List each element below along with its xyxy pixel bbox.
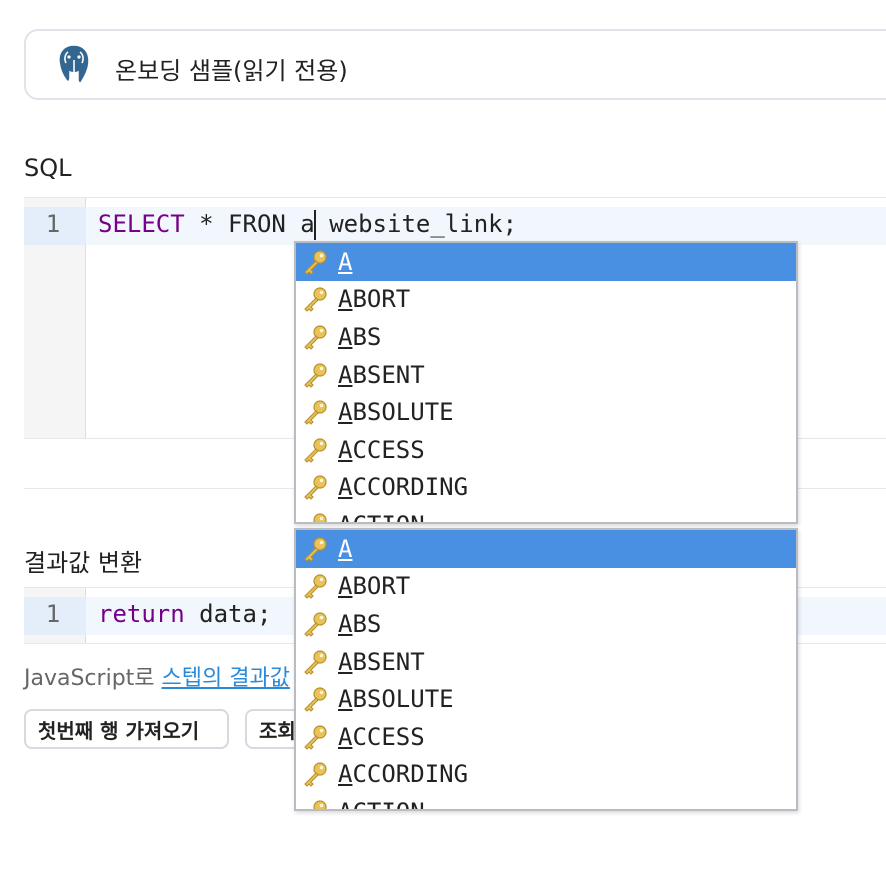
key-icon [304, 574, 327, 600]
autocomplete-item-match: A [338, 798, 352, 809]
sql-section-title: SQL [24, 154, 72, 182]
autocomplete-list[interactable]: AABORTABSABSENTABSOLUTEACCESSACCORDINGAC… [296, 530, 796, 809]
autocomplete-item-match: A [338, 609, 353, 638]
autocomplete-list[interactable]: AABORTABSABSENTABSOLUTEACCESSACCORDINGAC… [296, 243, 796, 522]
fetch-first-row-button[interactable]: 첫번째 행 가져오기 [24, 709, 229, 749]
key-icon [304, 762, 327, 788]
transform-section-title: 결과값 변환 [24, 549, 143, 577]
autocomplete-item[interactable]: A BSENT [296, 356, 796, 394]
key-icon [304, 649, 327, 675]
autocomplete-item[interactable]: A BORT [296, 281, 796, 319]
autocomplete-item-match: A [338, 322, 353, 351]
transform-keyword: return [98, 600, 185, 628]
sql-code-line[interactable]: SELECT * FRON a website_link; [98, 210, 517, 240]
key-icon [304, 400, 327, 425]
autocomplete-item[interactable]: A CCESS [296, 718, 796, 756]
autocomplete-item-match: A [338, 760, 353, 789]
transform-code-line[interactable]: return data; [98, 600, 271, 628]
autocomplete-item[interactable]: A CCORDING [296, 469, 796, 507]
autocomplete-item-rest: BORT [352, 285, 411, 314]
key-icon [304, 362, 327, 388]
key-icon [304, 287, 327, 313]
sql-text-after-cursor: website_link; [314, 210, 518, 238]
postgresql-elephant-icon [58, 44, 90, 84]
key-icon [304, 537, 327, 562]
autocomplete-popup-duplicate[interactable]: AABORTABSABSENTABSOLUTEACCESSACCORDINGAC… [294, 528, 798, 811]
sql-text-before-cursor: * FRON a [184, 210, 315, 238]
sql-line-number: 1 [45, 210, 61, 238]
key-icon [304, 687, 327, 712]
autocomplete-item-rest: CCESS [352, 722, 425, 751]
autocomplete-popup[interactable]: AABORTABSABSENTABSOLUTEACCESSACCORDINGAC… [294, 241, 798, 524]
autocomplete-item-rest: CCESS [352, 435, 425, 464]
transform-hint: JavaScript로 스텝의 결과값 [24, 660, 290, 692]
autocomplete-item[interactable]: A [296, 530, 796, 568]
autocomplete-item-match: A [338, 572, 353, 601]
autocomplete-item[interactable]: A CCESS [296, 431, 796, 469]
autocomplete-item-rest: CCORDING [352, 760, 469, 789]
autocomplete-item[interactable]: A BS [296, 605, 796, 643]
autocomplete-item-match: A [338, 247, 353, 276]
autocomplete-item-match: A [338, 285, 353, 314]
hint-link[interactable]: 스텝의 결과값 [162, 666, 290, 691]
key-icon [313, 513, 327, 522]
autocomplete-item[interactable]: A BS [296, 318, 796, 356]
autocomplete-item[interactable]: A BSOLUTE [296, 680, 796, 718]
autocomplete-item-match: A [338, 685, 353, 714]
autocomplete-item[interactable]: A CCORDING [296, 756, 796, 794]
sql-keyword: SELECT [98, 210, 185, 238]
key-icon [304, 612, 327, 637]
autocomplete-item-rest: CTION [352, 798, 424, 809]
autocomplete-item-rest: BSOLUTE [352, 398, 454, 427]
key-icon [304, 250, 327, 275]
autocomplete-item-rest: CCORDING [352, 473, 469, 502]
datasource-name: 온보딩 샘플(읽기 전용) [115, 57, 348, 85]
transform-line-number: 1 [45, 600, 61, 628]
autocomplete-item-match: A [338, 473, 353, 502]
autocomplete-item-rest: BS [352, 609, 382, 638]
autocomplete-item-match: A [338, 722, 353, 751]
datasource-selector[interactable]: 온보딩 샘플(읽기 전용) [24, 29, 886, 100]
hint-prefix: JavaScript로 [24, 666, 162, 691]
autocomplete-item[interactable]: A BSOLUTE [296, 393, 796, 431]
key-icon [313, 800, 327, 809]
key-icon [304, 325, 327, 350]
autocomplete-item-match: A [338, 647, 353, 676]
autocomplete-item-rest: BSENT [352, 360, 425, 389]
autocomplete-item[interactable]: A BSENT [296, 643, 796, 681]
key-icon [304, 725, 327, 750]
autocomplete-item[interactable]: A [296, 243, 796, 281]
autocomplete-item-match: A [338, 534, 353, 563]
autocomplete-item-rest: BSENT [352, 647, 425, 676]
autocomplete-item[interactable]: ACTION [296, 506, 796, 522]
autocomplete-item-match: A [338, 360, 353, 389]
autocomplete-item-match: A [338, 398, 353, 427]
autocomplete-item-rest: CTION [352, 511, 424, 522]
autocomplete-item-rest: BORT [352, 572, 411, 601]
autocomplete-item[interactable]: ACTION [296, 793, 796, 809]
autocomplete-item-rest: BSOLUTE [352, 685, 454, 714]
transform-code-rest: data; [184, 600, 272, 628]
autocomplete-item-rest: BS [352, 322, 382, 351]
autocomplete-item-match: A [338, 511, 352, 522]
key-icon [304, 438, 327, 463]
autocomplete-item-match: A [338, 435, 353, 464]
key-icon [304, 475, 327, 501]
autocomplete-item[interactable]: A BORT [296, 568, 796, 606]
